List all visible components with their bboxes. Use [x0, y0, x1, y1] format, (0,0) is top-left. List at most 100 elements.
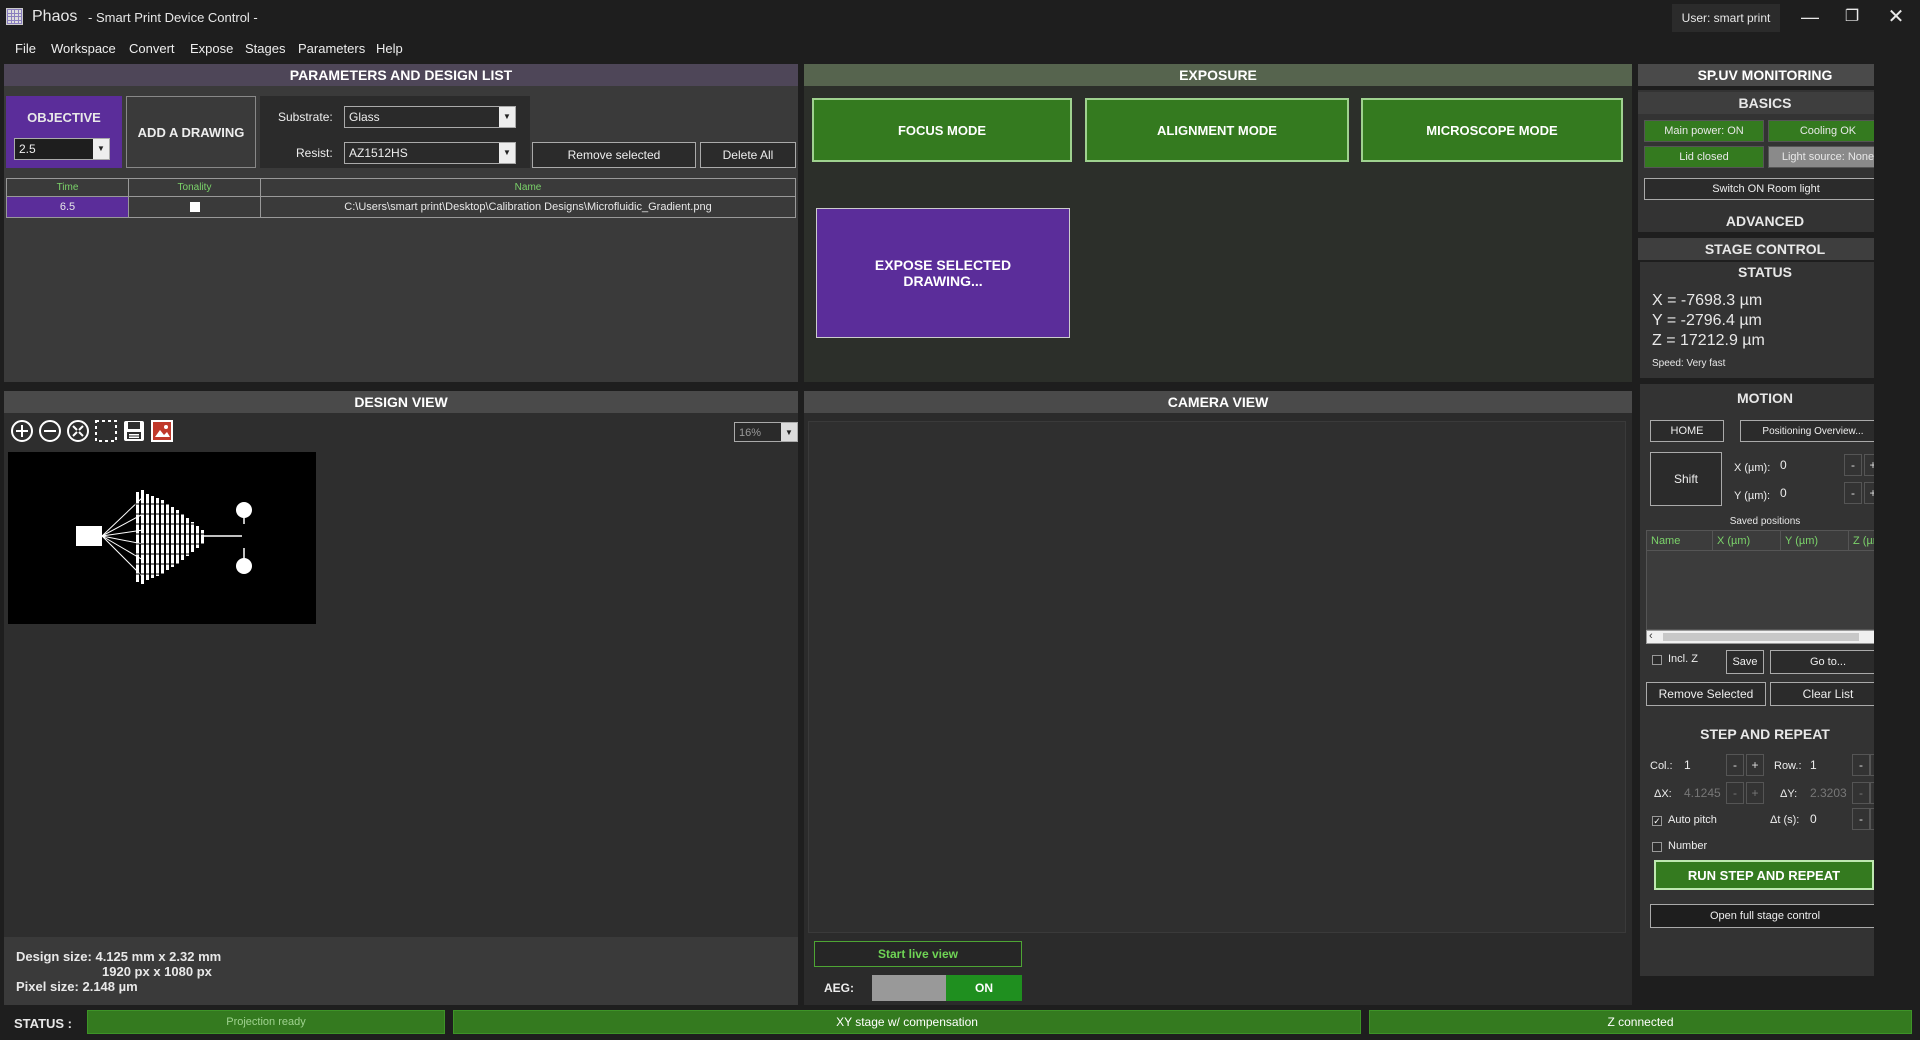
motion-header: MOTION: [1737, 390, 1793, 406]
menu-workspace[interactable]: Workspace: [51, 36, 116, 62]
auto-pitch-checkbox[interactable]: ✓: [1652, 816, 1662, 826]
select-region-icon[interactable]: [94, 419, 118, 443]
saved-positions-table: Name X (µm) Y (µm) Z (µm: [1646, 530, 1887, 630]
zoom-in-icon[interactable]: [10, 419, 34, 443]
menu-file[interactable]: File: [15, 36, 36, 62]
basics-header: BASICS: [1638, 92, 1892, 114]
resist-select[interactable]: AZ1512HS ▼: [344, 142, 516, 164]
objective-value: 2.5: [19, 142, 36, 156]
focus-mode-button[interactable]: FOCUS MODE: [812, 98, 1072, 162]
main-power-status: Main power: ON: [1644, 120, 1764, 142]
aeg-toggle[interactable]: ON: [872, 975, 1022, 1001]
row-name-cell: C:\Users\smart print\Desktop\Calibration…: [344, 201, 712, 213]
microscope-mode-button[interactable]: MICROSCOPE MODE: [1361, 98, 1623, 162]
positioning-overview-button[interactable]: Positioning Overview...: [1740, 420, 1886, 442]
shift-y-minus[interactable]: -: [1844, 482, 1862, 504]
shift-button[interactable]: Shift: [1650, 452, 1722, 506]
menu-stages[interactable]: Stages: [245, 36, 285, 62]
col-minus[interactable]: -: [1726, 754, 1744, 776]
objective-label: OBJECTIVE: [27, 110, 101, 125]
dx-minus[interactable]: -: [1726, 782, 1744, 804]
expose-selected-button[interactable]: EXPOSE SELECTED DRAWING...: [816, 208, 1070, 338]
row-input[interactable]: 1: [1806, 754, 1850, 776]
basics-box: BASICS Main power: ON Cooling OK Lid clo…: [1638, 90, 1892, 228]
projection-status: Projection ready: [87, 1010, 445, 1034]
close-button[interactable]: ✕: [1876, 2, 1916, 32]
save-icon[interactable]: [122, 419, 146, 443]
shift-y-input[interactable]: 0: [1776, 482, 1836, 504]
stage-speed-label: Speed: Very fast: [1652, 358, 1726, 369]
save-position-button[interactable]: Save: [1726, 650, 1764, 674]
clear-list-button[interactable]: Clear List: [1770, 682, 1886, 706]
number-checkbox[interactable]: [1652, 842, 1662, 852]
saved-col-y: Y (µm): [1781, 531, 1849, 551]
zoom-out-icon[interactable]: [38, 419, 62, 443]
tonality-square-icon: [190, 202, 200, 212]
title-bar: Phaos - Smart Print Device Control - Use…: [0, 0, 1920, 36]
objective-select[interactable]: 2.5 ▼: [14, 138, 110, 160]
stage-control-header: STAGE CONTROL: [1638, 238, 1892, 260]
design-preview: [8, 452, 316, 624]
auto-pitch-label: Auto pitch: [1668, 814, 1717, 826]
menu-parameters[interactable]: Parameters: [298, 36, 365, 62]
minimize-button[interactable]: —: [1790, 2, 1830, 32]
remove-selected-button[interactable]: Remove selected: [532, 142, 696, 168]
col-header-name: Name: [261, 179, 795, 197]
menu-help[interactable]: Help: [376, 36, 403, 62]
table-row[interactable]: 6.5 C:\Users\smart print\Desktop\Calibra…: [7, 197, 795, 217]
open-full-stage-control-button[interactable]: Open full stage control: [1650, 904, 1880, 928]
restore-button[interactable]: ❐: [1832, 2, 1872, 32]
col-input[interactable]: 1: [1680, 754, 1724, 776]
row-value: 1: [1810, 758, 1817, 772]
image-export-icon[interactable]: [150, 419, 174, 443]
run-step-repeat-button[interactable]: RUN STEP AND REPEAT: [1654, 860, 1874, 890]
stage-status-header: STATUS: [1738, 264, 1792, 280]
add-drawing-button[interactable]: ADD A DRAWING: [126, 96, 256, 168]
row-time-cell: 6.5: [7, 197, 129, 217]
incl-z-checkbox[interactable]: [1652, 655, 1662, 665]
row-minus[interactable]: -: [1852, 754, 1870, 776]
goto-position-button[interactable]: Go to...: [1770, 650, 1886, 674]
room-light-button[interactable]: Switch ON Room light: [1644, 178, 1888, 200]
start-live-view-button[interactable]: Start live view: [814, 941, 1022, 967]
shift-x-label: X (µm):: [1734, 462, 1771, 474]
dy-input[interactable]: 2.3203: [1806, 782, 1850, 804]
monitoring-scrollbar[interactable]: [1874, 64, 1892, 1006]
delete-all-button[interactable]: Delete All: [700, 142, 796, 168]
dt-value: 0: [1810, 812, 1817, 826]
substrate-select[interactable]: Glass ▼: [344, 106, 516, 128]
shift-x-input[interactable]: 0: [1776, 454, 1836, 476]
saved-col-name: Name: [1647, 531, 1713, 551]
menu-convert[interactable]: Convert: [129, 36, 175, 62]
shift-y-label: Y (µm):: [1734, 490, 1771, 502]
scroll-thumb[interactable]: [1663, 633, 1859, 641]
design-size-label: Design size: 4.125 mm x 2.32 mm: [16, 949, 222, 964]
dt-minus[interactable]: -: [1852, 808, 1870, 830]
monitoring-header: SP.UV MONITORING: [1638, 64, 1892, 86]
col-plus[interactable]: +: [1746, 754, 1764, 776]
lid-status: Lid closed: [1644, 146, 1764, 168]
home-button[interactable]: HOME: [1650, 420, 1724, 442]
exposure-panel: EXPOSURE FOCUS MODE ALIGNMENT MODE MICRO…: [804, 64, 1632, 382]
shift-x-minus[interactable]: -: [1844, 454, 1862, 476]
dx-input[interactable]: 4.1245: [1680, 782, 1724, 804]
saved-positions-scrollbar[interactable]: ‹ ›: [1646, 630, 1886, 644]
design-toolbar: [10, 419, 190, 445]
dt-label: Δt (s):: [1770, 814, 1800, 826]
advanced-header[interactable]: ADVANCED: [1638, 210, 1892, 232]
scroll-left-icon[interactable]: ‹: [1649, 630, 1653, 642]
objective-box: OBJECTIVE 2.5 ▼: [6, 96, 122, 168]
chevron-down-icon: ▼: [93, 139, 109, 159]
zoom-select[interactable]: 16% ▼: [734, 422, 798, 442]
alignment-mode-button[interactable]: ALIGNMENT MODE: [1085, 98, 1349, 162]
dt-input[interactable]: 0: [1806, 808, 1850, 830]
design-table: Time Tonality Name 6.5 C:\Users\smart pr…: [6, 178, 796, 218]
design-px-label: 1920 px x 1080 px: [102, 964, 212, 979]
dy-minus[interactable]: -: [1852, 782, 1870, 804]
dx-plus[interactable]: +: [1746, 782, 1764, 804]
menu-expose[interactable]: Expose: [190, 36, 233, 62]
remove-selected-position-button[interactable]: Remove Selected: [1646, 682, 1766, 706]
zoom-fit-icon[interactable]: [66, 419, 90, 443]
menu-bar: File Workspace Convert Expose Stages Par…: [0, 36, 1920, 62]
user-badge[interactable]: User: smart print: [1672, 4, 1780, 32]
